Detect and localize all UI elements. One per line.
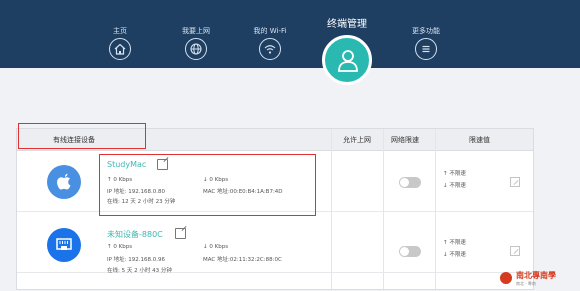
watermark-seal [500, 272, 512, 284]
device-name: 未知设备-880C [107, 230, 163, 239]
nav-terminal-label: 终端管理 [327, 19, 367, 30]
user-icon[interactable] [322, 35, 372, 85]
nav-wifi[interactable]: 我的 Wi-Fi [240, 26, 300, 60]
edit-name-icon[interactable] [175, 228, 186, 239]
highlight-box [99, 154, 316, 216]
limit-upload: ↑ 不限速 [443, 171, 466, 177]
home-icon [109, 38, 131, 60]
header-net-limit: 网络限速 [391, 136, 419, 144]
upload-speed: ↑ 0 Kbps [107, 244, 133, 250]
highlight-box [18, 123, 146, 149]
wifi-icon [259, 38, 281, 60]
edit-limit-icon[interactable] [510, 246, 520, 256]
table-row: 未知设备-880C ↑ 0 Kbps ↓ 0 Kbps IP 地址: 192.1… [17, 213, 533, 274]
limit-upload: ↑ 不限速 [443, 240, 466, 246]
limit-download: ↓ 不限速 [443, 183, 466, 189]
download-speed: ↓ 0 Kbps [203, 244, 229, 250]
nav-internet-label: 我要上网 [182, 27, 210, 35]
nav-home-label: 主页 [113, 27, 127, 35]
nav-more[interactable]: 更多功能 [396, 26, 456, 60]
watermark-sub: 南北 · 專南 [516, 281, 536, 286]
header-allow: 允许上网 [343, 136, 371, 144]
watermark: 南北專南學 南北 · 專南 [516, 270, 556, 287]
speed-limit-toggle[interactable] [399, 177, 421, 188]
edit-limit-icon[interactable] [510, 177, 520, 187]
ethernet-port-icon [47, 228, 81, 262]
ip-address: IP 地址: 192.168.0.96 [107, 257, 166, 263]
limit-download: ↓ 不限速 [443, 252, 466, 258]
nav-internet[interactable]: 我要上网 [166, 26, 226, 60]
nav-wifi-label: 我的 Wi-Fi [253, 27, 287, 35]
top-nav-bar: 主页 我要上网 我的 Wi-Fi 终端管理 更多功能 [0, 0, 580, 68]
nav-home[interactable]: 主页 [90, 26, 150, 60]
menu-icon [415, 38, 437, 60]
online-time: 在线: 5 天 2 小时 43 分钟 [107, 268, 172, 274]
watermark-title: 南北專南學 [516, 271, 556, 280]
speed-limit-toggle[interactable] [399, 246, 421, 257]
mac-address: MAC 地址:02:11:32:2C:88:0C [203, 257, 282, 263]
header-limit-value: 限速值 [469, 136, 490, 144]
globe-icon [185, 38, 207, 60]
apple-icon [47, 165, 81, 199]
nav-terminal[interactable]: 终端管理 [314, 18, 380, 32]
nav-more-label: 更多功能 [412, 27, 440, 35]
